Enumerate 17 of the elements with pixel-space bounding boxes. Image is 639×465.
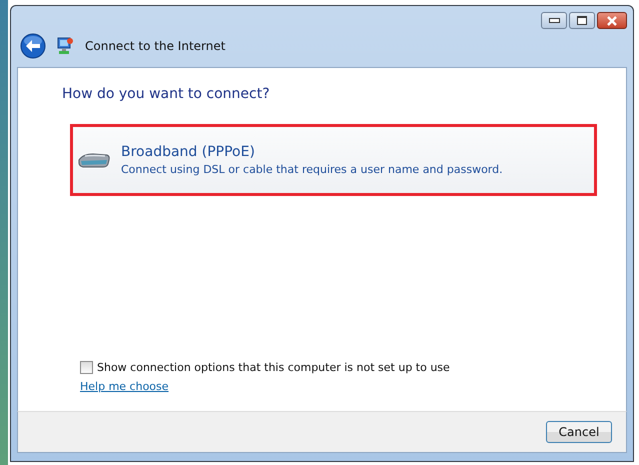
option-description: Connect using DSL or cable that requires a user name and password.	[121, 163, 503, 176]
back-button[interactable]	[20, 33, 46, 59]
network-computer-icon	[56, 37, 74, 55]
close-button[interactable]	[597, 12, 627, 29]
minimize-icon	[548, 18, 560, 23]
close-icon	[606, 16, 618, 26]
checkbox-label: Show connection options that this computer is not set up to use	[97, 361, 450, 374]
option-title: Broadband (PPPoE)	[121, 144, 256, 160]
window-title: Connect to the Internet	[85, 39, 226, 53]
minimize-button[interactable]	[541, 12, 567, 29]
connection-option[interactable]: Broadband (PPPoE) Connect using DSL or cable that requires a user name and password.	[70, 124, 597, 196]
maximize-button[interactable]	[569, 12, 595, 29]
help-link[interactable]: Help me choose	[80, 380, 169, 393]
page-heading: How do you want to connect?	[62, 86, 270, 102]
checkbox[interactable]	[80, 361, 93, 374]
maximize-icon	[577, 16, 587, 25]
cancel-button[interactable]: Cancel	[546, 421, 612, 443]
